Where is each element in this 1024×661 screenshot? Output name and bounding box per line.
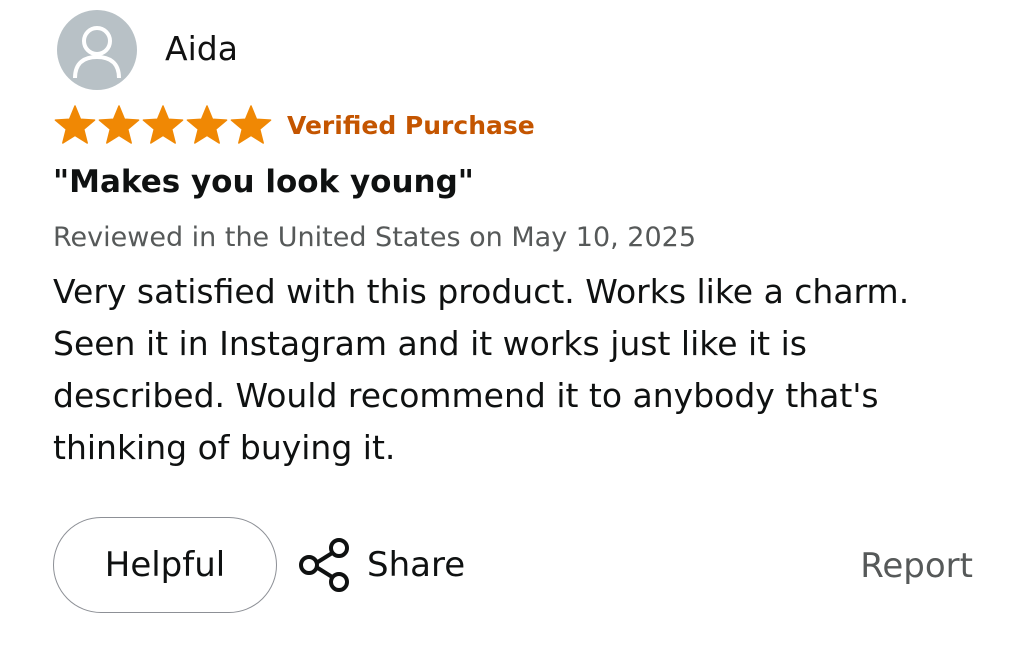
review-actions: Helpful Share Report — [53, 517, 973, 617]
share-label: Share — [367, 545, 466, 585]
review-title: "Makes you look young" — [53, 164, 474, 200]
review-body: Very satisfied with this product. Works … — [53, 266, 993, 474]
star-icon — [230, 105, 272, 144]
avatar — [57, 10, 137, 90]
review-card: Aida Verified Purchase "Makes you look y… — [0, 0, 1024, 661]
review-body-line: described. Would recommend it to anybody… — [53, 376, 879, 415]
review-body-line: Seen it in Instagram and it works just l… — [53, 324, 807, 363]
reviewer-header: Aida — [57, 10, 238, 90]
share-icon — [299, 538, 349, 592]
reviewer-name: Aida — [165, 28, 238, 68]
rating-row: Verified Purchase — [53, 104, 535, 146]
star-icon — [186, 105, 228, 144]
verified-purchase-badge: Verified Purchase — [287, 110, 535, 140]
star-icon — [142, 105, 184, 144]
helpful-button[interactable]: Helpful — [53, 517, 277, 613]
review-body-line: Very satisfied with this product. Works … — [53, 272, 910, 311]
star-rating — [53, 104, 273, 146]
report-link[interactable]: Report — [860, 546, 973, 586]
user-silhouette-icon — [73, 26, 121, 79]
star-icon — [54, 105, 96, 144]
star-icon — [98, 105, 140, 144]
review-body-line: thinking of buying it. — [53, 428, 396, 467]
review-meta: Reviewed in the United States on May 10,… — [53, 222, 697, 253]
share-button[interactable]: Share — [297, 536, 465, 594]
